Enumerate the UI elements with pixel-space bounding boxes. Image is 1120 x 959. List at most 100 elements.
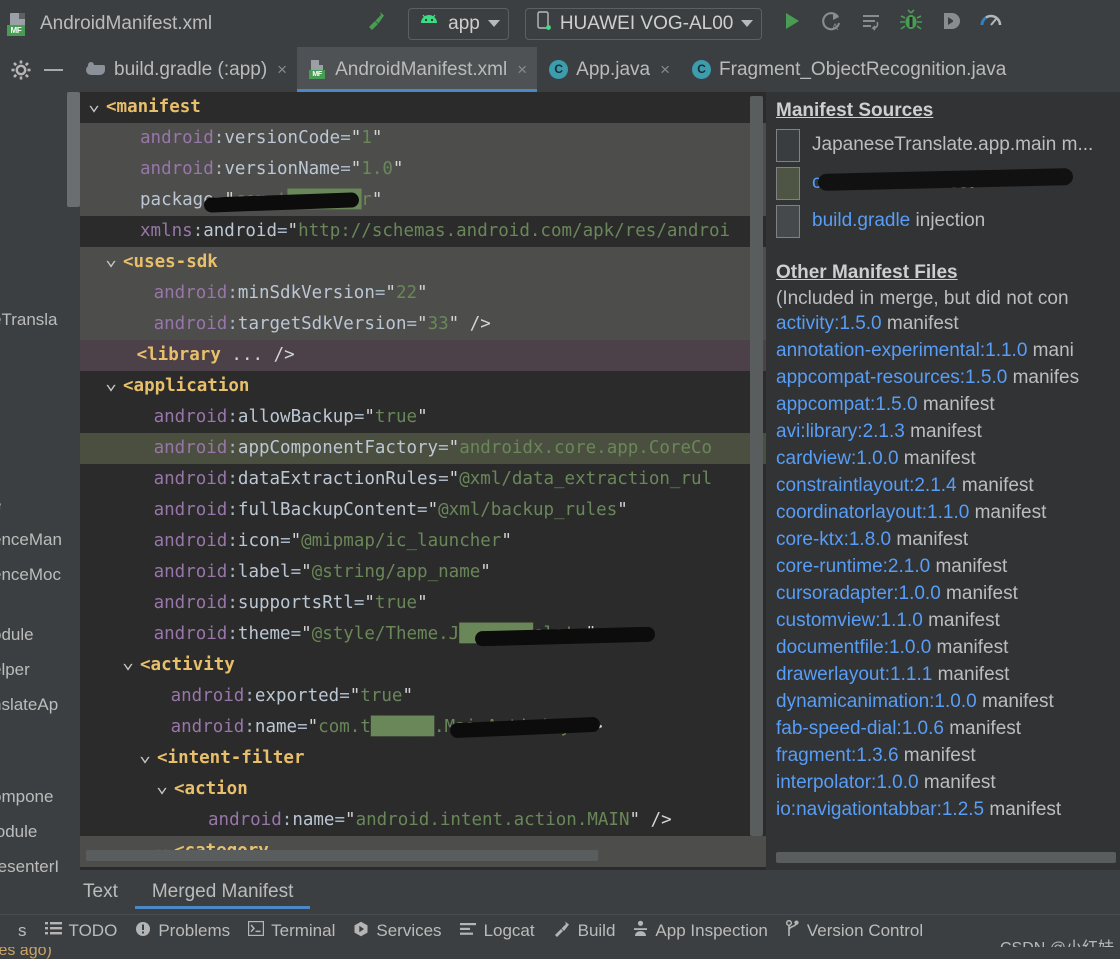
chevron-down-icon[interactable]: ⌄: [137, 743, 153, 774]
project-tree-item[interactable]: ompone: [0, 787, 53, 807]
code-line[interactable]: ⌄ <manifest: [80, 92, 766, 123]
close-icon[interactable]: ×: [660, 60, 670, 80]
tool-window-app-inspection[interactable]: App Inspection: [633, 920, 768, 942]
profiler-button[interactable]: [978, 8, 1004, 39]
tab-android-manifest[interactable]: MF AndroidManifest.xml ×: [297, 47, 538, 92]
other-manifest-file-item[interactable]: core-runtime:2.1.0 manifest: [776, 553, 1120, 580]
other-manifest-file-item[interactable]: fragment:1.3.6 manifest: [776, 742, 1120, 769]
chevron-down-icon[interactable]: ⌄: [103, 371, 119, 402]
code-line[interactable]: android:minSdkVersion="22": [80, 278, 766, 309]
project-tree-item[interactable]: resenterI: [0, 857, 59, 872]
other-manifest-file-item[interactable]: fab-speed-dial:1.0.6 manifest: [776, 715, 1120, 742]
close-icon[interactable]: ×: [517, 60, 527, 80]
code-line[interactable]: android:dataExtractionRules="@xml/data_e…: [80, 464, 766, 495]
page-title: AndroidManifest.xml: [40, 12, 213, 34]
minimize-icon[interactable]: [36, 68, 70, 71]
tool-window-todo[interactable]: TODO: [44, 921, 117, 941]
other-manifest-file-item[interactable]: dynamicanimation:1.0.0 manifest: [776, 688, 1120, 715]
other-manifest-file-item[interactable]: customview:1.1.0 manifest: [776, 607, 1120, 634]
other-manifest-file-item[interactable]: appcompat:1.5.0 manifest: [776, 391, 1120, 418]
tab-merged-manifest-view[interactable]: Merged Manifest: [134, 870, 311, 914]
other-manifest-file-item[interactable]: avi:library:2.1.3 manifest: [776, 418, 1120, 445]
code-line[interactable]: xmlns:android="http://schemas.android.co…: [80, 216, 766, 247]
other-manifest-file-item[interactable]: cursoradapter:1.0.0 manifest: [776, 580, 1120, 607]
project-tree-item[interactable]: nslateAp: [0, 695, 58, 715]
other-manifest-file-item[interactable]: annotation-experimental:1.1.0 mani: [776, 337, 1120, 364]
editor-vertical-scrollbar[interactable]: [750, 96, 763, 836]
other-manifest-file-item[interactable]: documentfile:1.0.0 manifest: [776, 634, 1120, 661]
code-line[interactable]: ⌄ <action: [80, 774, 766, 805]
manifest-source-item[interactable]: build.gradle injection: [776, 202, 1120, 240]
code-line[interactable]: android:label="@string/app_name": [80, 557, 766, 588]
tool-window-version-control[interactable]: Version Control: [785, 919, 923, 942]
debug-button[interactable]: [898, 8, 924, 39]
source-color-swatch: [776, 166, 800, 200]
project-tree-item[interactable]: odule: [0, 625, 34, 645]
other-manifest-file-item[interactable]: io:navigationtabbar:1.2.5 manifest: [776, 796, 1120, 823]
code-line[interactable]: android:fullBackupContent="@xml/backup_r…: [80, 495, 766, 526]
other-manifest-file-item[interactable]: constraintlayout:2.1.4 manifest: [776, 472, 1120, 499]
chevron-down-icon[interactable]: ⌄: [154, 774, 170, 805]
other-manifest-file-item[interactable]: drawerlayout:1.1.1 manifest: [776, 661, 1120, 688]
right-panel-horizontal-scrollbar[interactable]: [776, 852, 1116, 863]
project-tree-item[interactable]: enceMoc: [0, 565, 61, 585]
code-line[interactable]: ⌄ <intent-filter: [80, 743, 766, 774]
tab-app-java[interactable]: C App.java ×: [537, 47, 680, 92]
other-manifest-file-item[interactable]: coordinatorlayout:1.1.0 manifest: [776, 499, 1120, 526]
manifest-source-label[interactable]: JapaneseTranslate.app.main m...: [812, 134, 1093, 156]
code-line[interactable]: ⌄ <application: [80, 371, 766, 402]
chevron-down-icon[interactable]: ⌄: [120, 650, 136, 681]
attach-debugger-button[interactable]: [938, 8, 964, 39]
code-line[interactable]: android:appComponentFactory="androidx.co…: [80, 433, 766, 464]
manifest-source-label[interactable]: build.gradle injection: [812, 210, 985, 232]
module-selector[interactable]: app: [408, 7, 509, 40]
code-line[interactable]: android:exported="true": [80, 681, 766, 712]
tool-window-logcat[interactable]: Logcat: [459, 921, 535, 941]
code-line[interactable]: android:name="android.intent.action.MAIN…: [80, 805, 766, 836]
editor-horizontal-scrollbar[interactable]: [86, 850, 598, 861]
code-line[interactable]: android:icon="@mipmap/ic_launcher": [80, 526, 766, 557]
project-tree-item[interactable]: eTransla: [0, 310, 58, 330]
build-hammer-icon[interactable]: [362, 6, 392, 41]
manifest-source-item[interactable]: JapaneseTranslate.app.main m...: [776, 126, 1120, 164]
rerun-button[interactable]: [858, 8, 884, 39]
project-tree-item[interactable]: lodule: [0, 822, 37, 842]
code-line-text: android:icon="@mipmap/ic_launcher": [153, 531, 512, 551]
chevron-down-icon[interactable]: ⌄: [103, 247, 119, 278]
code-line[interactable]: ⌄ <uses-sdk: [80, 247, 766, 278]
tab-build-gradle[interactable]: build.gradle (:app) ×: [74, 47, 297, 92]
merged-manifest-code-view[interactable]: ⌄ <manifest android:versionCode="1" android…: [80, 92, 766, 870]
project-tree-sliver[interactable]: eTransla e enceMan enceMoc odule elper nslateA…: [0, 92, 66, 872]
tab-fragment-object-recognition[interactable]: C Fragment_ObjectRecognition.java: [680, 47, 1016, 92]
code-line[interactable]: android:supportsRtl="true": [80, 588, 766, 619]
other-manifest-file-item[interactable]: interpolator:1.0.0 manifest: [776, 769, 1120, 796]
code-line[interactable]: ⌄ <activity: [80, 650, 766, 681]
code-line[interactable]: android:allowBackup="true": [80, 402, 766, 433]
code-line[interactable]: android:targetSdkVersion="33" />: [80, 309, 766, 340]
tab-text-view[interactable]: Text: [66, 870, 135, 914]
code-line[interactable]: android:theme="@style/Theme.J███████slat…: [80, 619, 766, 650]
code-line[interactable]: android:versionCode="1": [80, 123, 766, 154]
other-manifest-file-item[interactable]: activity:1.5.0 manifest: [776, 310, 1120, 337]
close-icon[interactable]: ×: [277, 60, 287, 80]
project-tree-scrollbar[interactable]: [67, 92, 80, 207]
tool-window-services[interactable]: Services: [353, 921, 442, 942]
device-selector[interactable]: HUAWEI VOG-AL00: [524, 7, 763, 40]
other-manifest-file-item[interactable]: core-ktx:1.8.0 manifest: [776, 526, 1120, 553]
tool-window-build[interactable]: Build: [553, 920, 615, 943]
code-line[interactable]: package="com.t███████r": [80, 185, 766, 216]
chevron-down-icon[interactable]: ⌄: [86, 92, 102, 123]
apply-changes-button[interactable]: A: [818, 8, 844, 39]
other-manifest-file-item[interactable]: appcompat-resources:1.5.0 manifes: [776, 364, 1120, 391]
code-line[interactable]: android:versionName="1.0": [80, 154, 766, 185]
run-button[interactable]: [778, 8, 804, 39]
project-tree-item[interactable]: elper: [0, 660, 30, 680]
code-line[interactable]: <library ... />: [80, 340, 766, 371]
tool-window-problems[interactable]: Problems: [135, 921, 230, 942]
project-tree-item[interactable]: enceMan: [0, 530, 62, 550]
project-tree-item[interactable]: e: [0, 495, 1, 515]
code-line[interactable]: android:name="com.t██████.MainActivity" …: [80, 712, 766, 743]
tool-window-terminal[interactable]: Terminal: [247, 920, 335, 941]
other-manifest-file-item[interactable]: cardview:1.0.0 manifest: [776, 445, 1120, 472]
gear-icon[interactable]: [6, 59, 36, 81]
